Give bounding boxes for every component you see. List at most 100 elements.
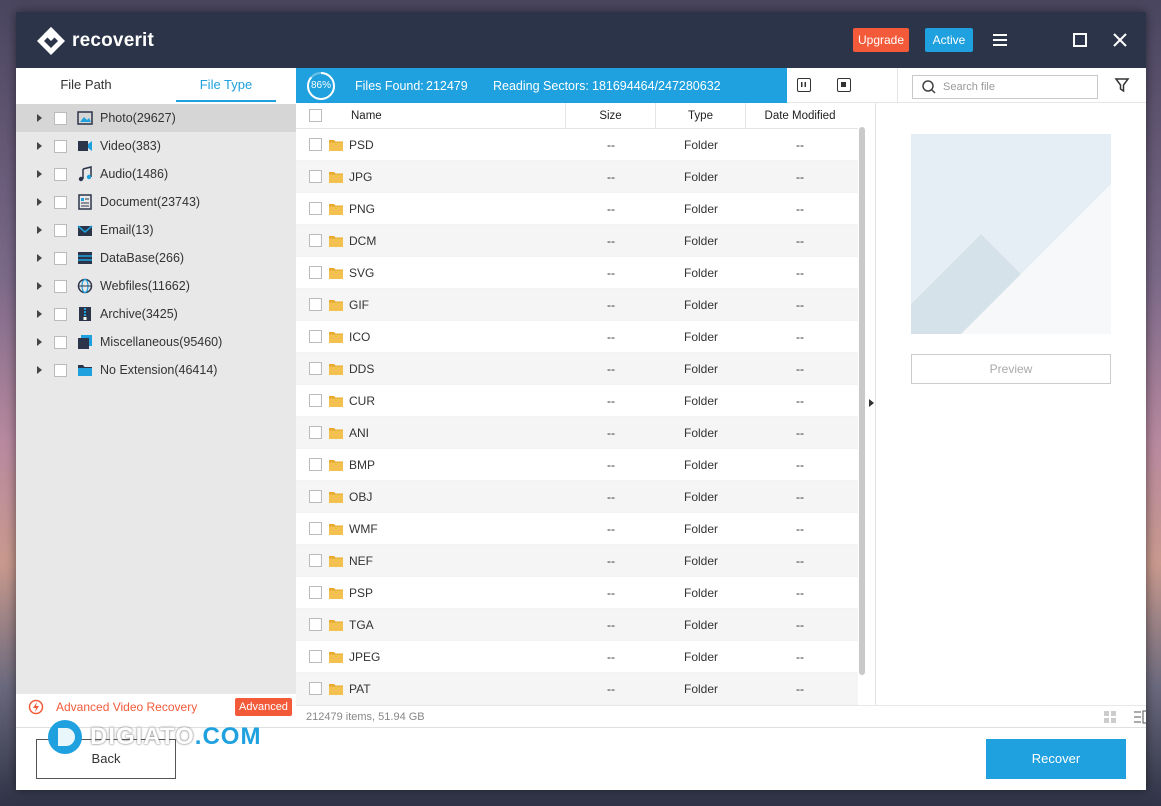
row-checkbox[interactable]	[309, 618, 322, 631]
tree-checkbox[interactable]	[54, 279, 67, 293]
filter-icon[interactable]	[1114, 77, 1130, 96]
table-row[interactable]: CUR -- Folder --	[296, 385, 858, 417]
tree-item-photo[interactable]: Photo(29627)	[16, 104, 296, 132]
table-row[interactable]: JPEG -- Folder --	[296, 641, 858, 673]
preview-button[interactable]: Preview	[911, 354, 1111, 384]
expand-arrow-icon[interactable]	[37, 114, 42, 122]
collapse-preview-icon[interactable]	[869, 399, 874, 407]
tree-checkbox[interactable]	[54, 223, 67, 237]
tab-file-type[interactable]: File Type	[176, 68, 276, 102]
column-size[interactable]: Size	[566, 103, 656, 129]
row-checkbox[interactable]	[309, 138, 322, 151]
table-row[interactable]: DDS -- Folder --	[296, 353, 858, 385]
list-view-icon[interactable]	[1133, 710, 1146, 724]
table-row[interactable]: DCM -- Folder --	[296, 225, 858, 257]
expand-arrow-icon[interactable]	[37, 142, 42, 150]
tree-item-miscellaneous[interactable]: Miscellaneous(95460)	[16, 328, 296, 356]
expand-arrow-icon[interactable]	[37, 254, 42, 262]
grid-view-icon[interactable]	[1103, 710, 1117, 724]
table-row[interactable]: PNG -- Folder --	[296, 193, 858, 225]
table-row[interactable]: WMF -- Folder --	[296, 513, 858, 545]
table-row[interactable]: PAT -- Folder --	[296, 673, 858, 705]
row-checkbox[interactable]	[309, 234, 322, 247]
tab-file-path[interactable]: File Path	[36, 68, 136, 102]
tree-item-label: Webfiles(11662)	[100, 279, 190, 293]
table-row[interactable]: ANI -- Folder --	[296, 417, 858, 449]
menu-icon[interactable]	[990, 30, 1010, 50]
tree-checkbox[interactable]	[54, 167, 67, 181]
row-checkbox[interactable]	[309, 426, 322, 439]
file-size: --	[607, 618, 615, 632]
expand-arrow-icon[interactable]	[37, 282, 42, 290]
table-row[interactable]: TGA -- Folder --	[296, 609, 858, 641]
row-checkbox[interactable]	[309, 554, 322, 567]
search-box[interactable]	[912, 75, 1098, 99]
file-size: --	[607, 426, 615, 440]
row-checkbox[interactable]	[309, 202, 322, 215]
tree-item-no-extension[interactable]: No Extension(46414)	[16, 356, 296, 384]
tree-item-document[interactable]: Document(23743)	[16, 188, 296, 216]
tree-checkbox[interactable]	[54, 251, 67, 265]
table-row[interactable]: JPG -- Folder --	[296, 161, 858, 193]
expand-arrow-icon[interactable]	[37, 366, 42, 374]
advanced-badge[interactable]: Advanced	[235, 698, 292, 716]
tree-checkbox[interactable]	[54, 139, 67, 153]
row-checkbox[interactable]	[309, 394, 322, 407]
table-row[interactable]: NEF -- Folder --	[296, 545, 858, 577]
table-row[interactable]: GIF -- Folder --	[296, 289, 858, 321]
file-type: Folder	[683, 554, 718, 568]
column-name[interactable]: Name	[332, 103, 566, 129]
table-row[interactable]: ICO -- Folder --	[296, 321, 858, 353]
table-row[interactable]: SVG -- Folder --	[296, 257, 858, 289]
row-checkbox[interactable]	[309, 586, 322, 599]
expand-arrow-icon[interactable]	[37, 198, 42, 206]
row-checkbox[interactable]	[309, 266, 322, 279]
table-row[interactable]: PSD -- Folder --	[296, 129, 858, 161]
tree-item-database[interactable]: DataBase(266)	[16, 244, 296, 272]
row-checkbox[interactable]	[309, 362, 322, 375]
tree-item-email[interactable]: Email(13)	[16, 216, 296, 244]
tree-checkbox[interactable]	[54, 111, 67, 125]
row-checkbox[interactable]	[309, 682, 322, 695]
row-checkbox[interactable]	[309, 458, 322, 471]
upgrade-button[interactable]: Upgrade	[853, 28, 909, 52]
table-row[interactable]: PSP -- Folder --	[296, 577, 858, 609]
row-checkbox[interactable]	[309, 490, 322, 503]
file-list-scrollbar[interactable]	[859, 127, 865, 675]
file-date: --	[796, 266, 804, 280]
row-checkbox[interactable]	[309, 170, 322, 183]
row-checkbox[interactable]	[309, 522, 322, 535]
tree-checkbox[interactable]	[54, 307, 67, 321]
maximize-icon[interactable]	[1070, 30, 1090, 50]
file-date: --	[796, 234, 804, 248]
active-button[interactable]: Active	[925, 28, 973, 52]
close-icon[interactable]	[1110, 30, 1130, 50]
tree-checkbox[interactable]	[54, 195, 67, 209]
search-input[interactable]	[943, 79, 1093, 95]
expand-arrow-icon[interactable]	[37, 338, 42, 346]
tree-item-audio[interactable]: Audio(1486)	[16, 160, 296, 188]
expand-arrow-icon[interactable]	[37, 170, 42, 178]
table-row[interactable]: BMP -- Folder --	[296, 449, 858, 481]
expand-arrow-icon[interactable]	[37, 310, 42, 318]
tree-item-label: Document(23743)	[100, 195, 201, 209]
tree-item-video[interactable]: Video(383)	[16, 132, 296, 160]
recover-button[interactable]: Recover	[986, 739, 1126, 779]
row-checkbox[interactable]	[309, 298, 322, 311]
watermark-text: DIGIATO.COM	[90, 723, 262, 750]
row-checkbox[interactable]	[309, 330, 322, 343]
pause-icon[interactable]	[797, 78, 811, 92]
tree-item-webfiles[interactable]: Webfiles(11662)	[16, 272, 296, 300]
tree-checkbox[interactable]	[54, 335, 67, 349]
select-all-checkbox[interactable]	[309, 109, 322, 122]
expand-arrow-icon[interactable]	[37, 226, 42, 234]
tree-item-archive[interactable]: Archive(3425)	[16, 300, 296, 328]
advanced-video-recovery[interactable]: Advanced Video Recovery Advanced	[16, 694, 296, 720]
tree-item-label: DataBase(266)	[100, 251, 185, 265]
table-row[interactable]: OBJ -- Folder --	[296, 481, 858, 513]
tree-checkbox[interactable]	[54, 363, 67, 377]
column-type[interactable]: Type	[656, 103, 746, 129]
stop-icon[interactable]	[837, 78, 851, 92]
row-checkbox[interactable]	[309, 650, 322, 663]
column-date-modified[interactable]: Date Modified	[746, 103, 854, 129]
